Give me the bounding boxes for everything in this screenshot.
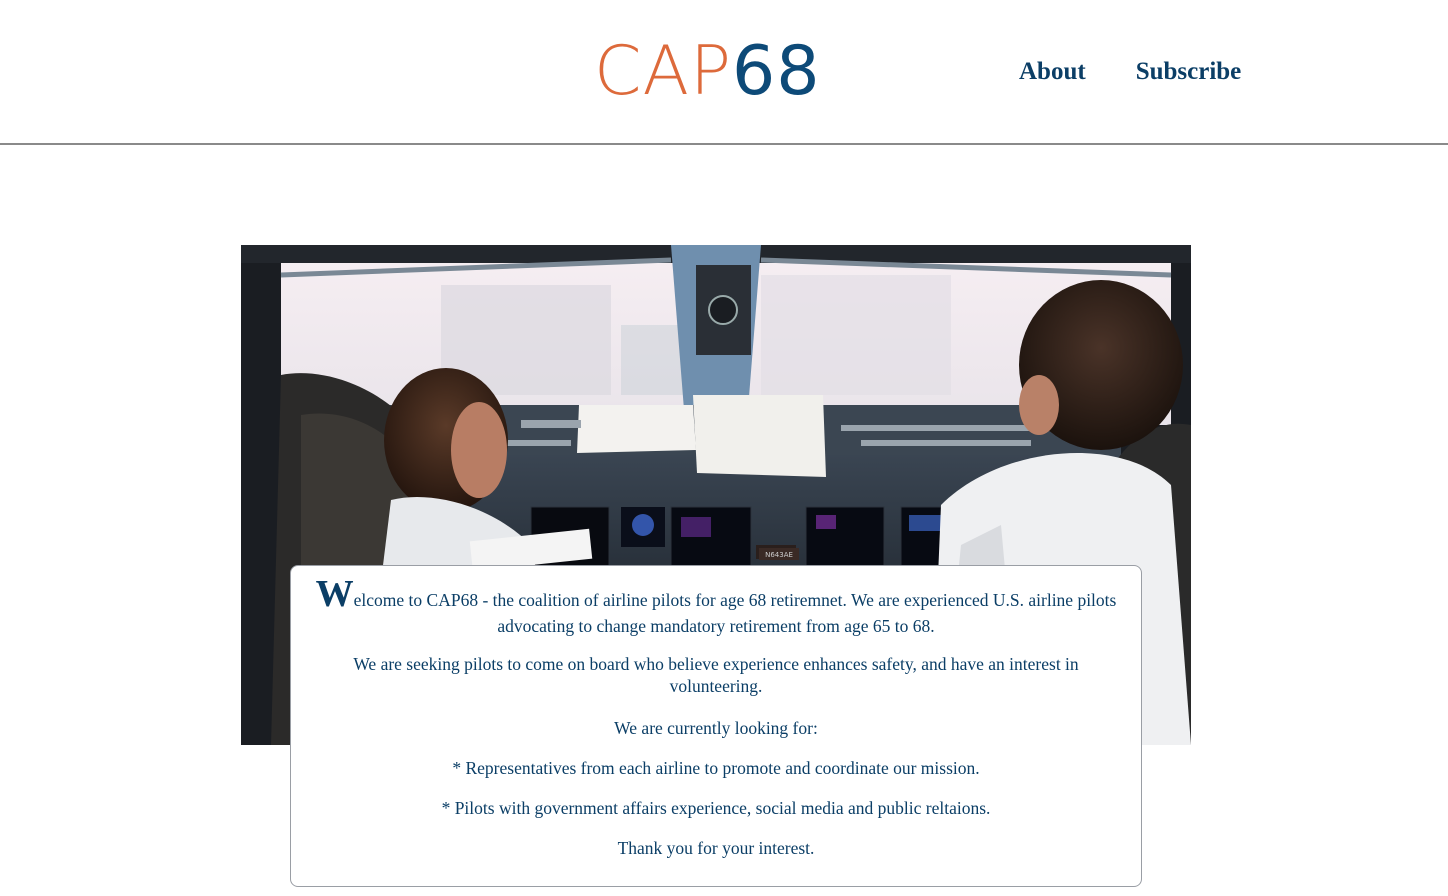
hero-registration-text: N643AE — [765, 551, 793, 559]
nav-subscribe-link[interactable]: Subscribe — [1136, 58, 1242, 86]
list-item: * Pilots with government affairs experie… — [441, 798, 991, 818]
main-nav: About Subscribe — [1019, 58, 1241, 86]
cap68-logo[interactable]: CAP68 — [594, 36, 821, 108]
seeking-paragraph: We are seeking pilots to come on board w… — [353, 654, 1079, 696]
welcome-paragraph: Welcome to CAP68 - the coalition of airl… — [305, 575, 1127, 639]
thanks-paragraph: Thank you for your interest. — [617, 838, 815, 858]
nav-about-link[interactable]: About — [1019, 58, 1086, 86]
dropcap-letter: W — [315, 573, 354, 615]
looking-paragraph: We are currently looking for: — [614, 718, 818, 738]
logo-text-cap: CAP — [594, 32, 733, 111]
list-item: * Representatives from each airline to p… — [452, 758, 980, 778]
logo-text-68: 68 — [732, 32, 821, 111]
welcome-card: Welcome to CAP68 - the coalition of airl… — [290, 565, 1142, 887]
welcome-text: elcome to CAP68 - the coalition of airli… — [353, 590, 1117, 636]
site-header: CAP68 About Subscribe — [0, 0, 1448, 145]
